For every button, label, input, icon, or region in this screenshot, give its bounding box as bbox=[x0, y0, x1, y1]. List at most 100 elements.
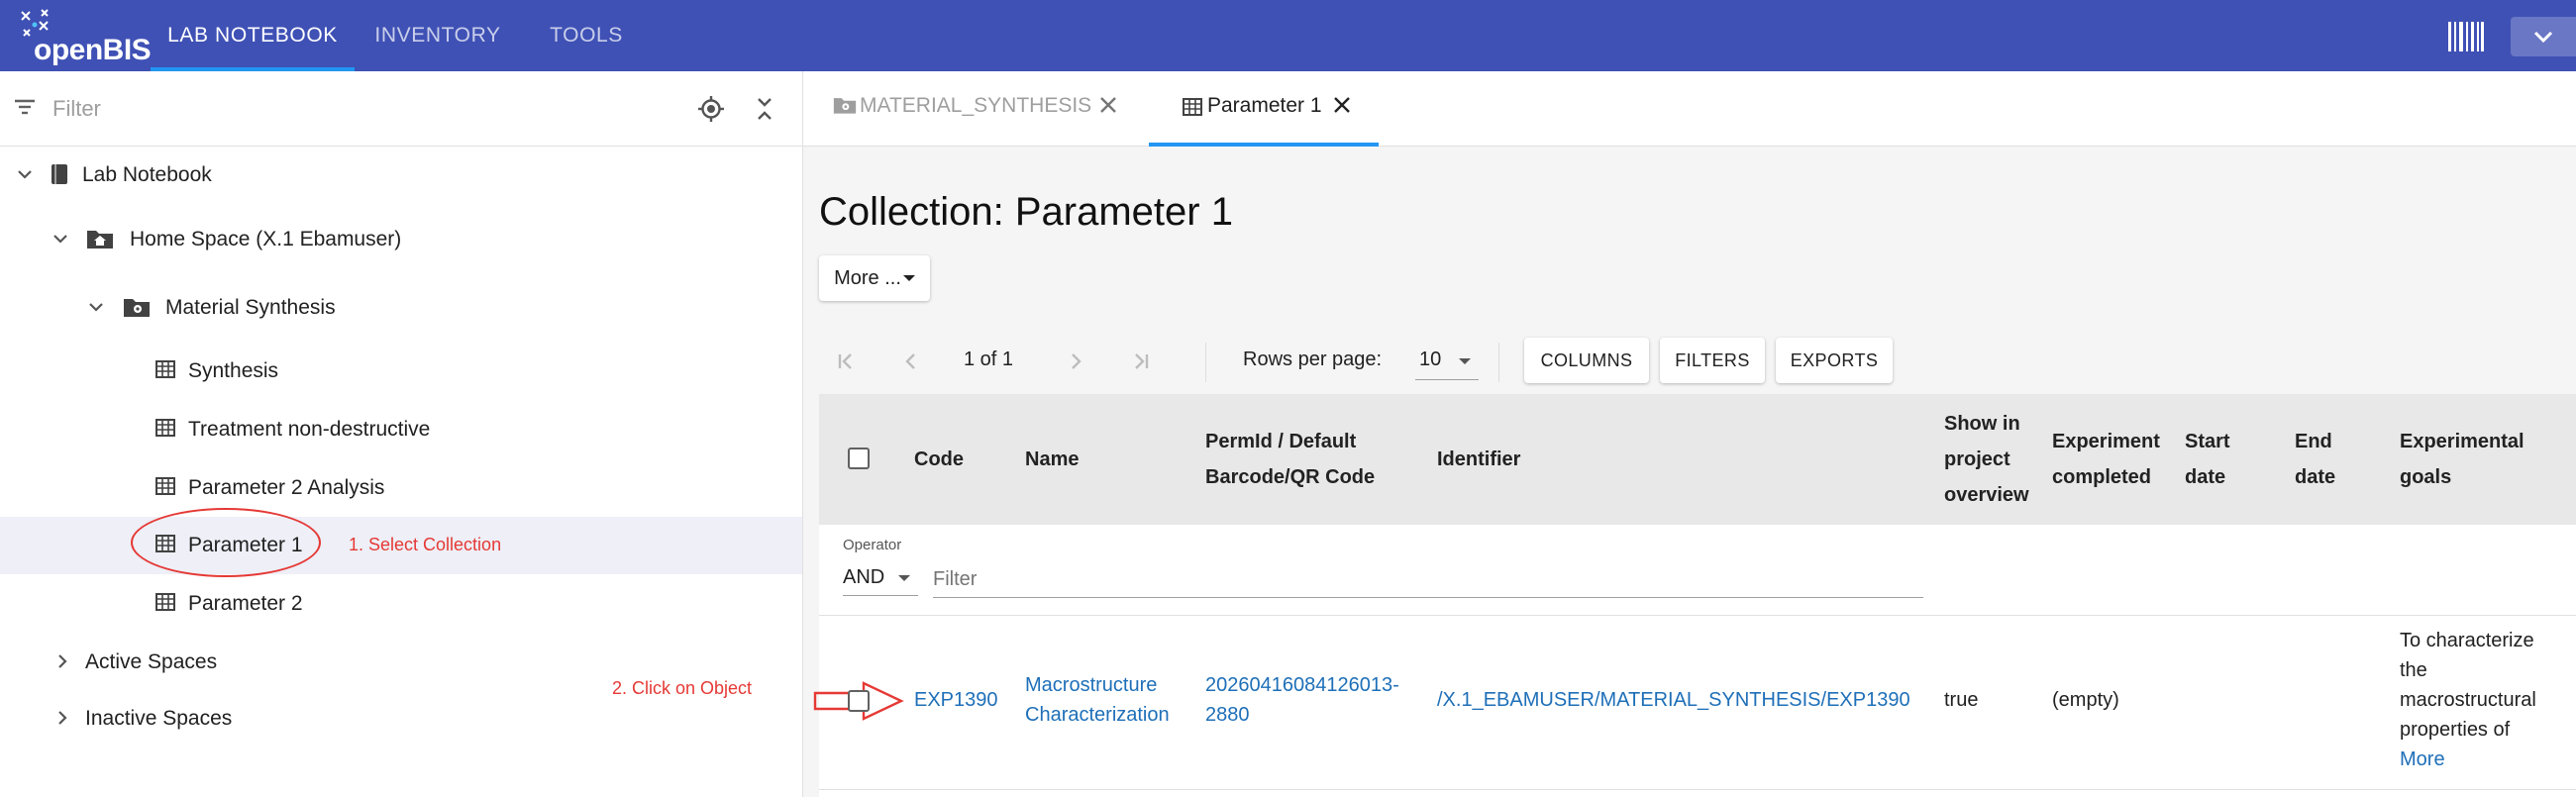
tab-label: Parameter 1 bbox=[1207, 94, 1322, 117]
grid-filter-row: Operator AND bbox=[819, 525, 2576, 616]
tree-item-label: Treatment non-destructive bbox=[188, 418, 431, 441]
tree-item-label: Lab Notebook bbox=[82, 163, 212, 186]
collection-table-icon bbox=[155, 360, 175, 378]
column-header-line: date bbox=[2295, 466, 2336, 488]
table-row[interactable]: EXP1390 Macrostructure Characterization … bbox=[813, 616, 2576, 790]
cell-line: To characterize bbox=[2400, 630, 2534, 651]
cell-line: macrostructural bbox=[2400, 689, 2536, 711]
barcode-icon[interactable] bbox=[2448, 22, 2484, 51]
column-header-experimental-goals[interactable]: Experimental goals bbox=[2400, 424, 2524, 495]
cell-permid[interactable]: 20260416084126013- 2880 bbox=[1205, 670, 1399, 730]
tree-item-label: Inactive Spaces bbox=[85, 707, 233, 730]
grid-header: Code Name PermId / Default Barcode/QR Co… bbox=[819, 394, 2576, 525]
chevron-down-icon[interactable] bbox=[87, 298, 105, 316]
project-folder-icon bbox=[833, 98, 857, 114]
tree-item-label: Parameter 2 bbox=[188, 592, 303, 615]
column-header-line: Experimental bbox=[2400, 431, 2524, 452]
cell-code[interactable]: EXP1390 bbox=[914, 685, 998, 715]
first-page-icon[interactable] bbox=[835, 350, 857, 372]
operator-label: Operator bbox=[843, 537, 902, 553]
cell-line: properties of bbox=[2400, 719, 2511, 741]
tree-item-synthesis[interactable]: Synthesis bbox=[0, 343, 802, 400]
column-header-start-date[interactable]: Start date bbox=[2185, 424, 2230, 495]
annotation-select-collection: 1. Select Collection bbox=[349, 535, 502, 554]
collection-table-icon bbox=[155, 593, 175, 611]
operator-select[interactable]: AND bbox=[843, 562, 918, 596]
columns-button[interactable]: COLUMNS bbox=[1524, 338, 1649, 383]
exports-button[interactable]: EXPORTS bbox=[1776, 338, 1893, 383]
notebook-icon bbox=[52, 164, 67, 184]
filters-button[interactable]: FILTERS bbox=[1660, 338, 1765, 383]
more-button-label: More ... bbox=[834, 266, 901, 289]
tree-filter-input[interactable] bbox=[52, 89, 647, 129]
tree-item-lab-notebook[interactable]: Lab Notebook bbox=[0, 147, 802, 204]
previous-page-icon[interactable] bbox=[900, 350, 922, 372]
tree-filter-bar bbox=[0, 71, 802, 147]
divider bbox=[1205, 343, 1206, 382]
column-header-experiment-completed[interactable]: Experiment completed bbox=[2052, 424, 2160, 495]
chevron-down-icon[interactable] bbox=[16, 165, 34, 183]
column-header-code[interactable]: Code bbox=[914, 442, 964, 477]
nav-tab-tools[interactable]: TOOLS bbox=[535, 0, 638, 71]
column-header-line: Experiment bbox=[2052, 431, 2160, 452]
column-header-line: date bbox=[2185, 466, 2226, 488]
chevron-right-icon[interactable] bbox=[53, 652, 71, 670]
tree-item-label: Home Space (X.1 Ebamuser) bbox=[130, 228, 402, 250]
cell-line: the bbox=[2400, 659, 2427, 681]
rows-per-page-label: Rows per page: bbox=[1243, 349, 1383, 370]
chevron-down-icon[interactable] bbox=[52, 230, 69, 248]
column-header-line: project bbox=[1944, 448, 2010, 470]
nav-tab-inventory[interactable]: INVENTORY bbox=[361, 0, 515, 71]
tree-item-parameter-2[interactable]: Parameter 2 bbox=[0, 575, 802, 633]
annotation-click-object: 2. Click on Object bbox=[612, 678, 753, 698]
tree-item-treatment-non-destructive[interactable]: Treatment non-destructive bbox=[0, 401, 802, 458]
select-all-checkbox[interactable] bbox=[848, 448, 870, 469]
close-icon[interactable] bbox=[1098, 95, 1118, 115]
grid-global-filter-input[interactable] bbox=[933, 562, 1923, 598]
rows-per-page-select[interactable]: 10 bbox=[1415, 343, 1479, 380]
cell-identifier[interactable]: /X.1_EBAMUSER/MATERIAL_SYNTHESIS/EXP1390 bbox=[1437, 685, 1910, 715]
tab-parameter-1[interactable]: Parameter 1 bbox=[1149, 71, 1379, 147]
page-info: 1 of 1 bbox=[964, 349, 1014, 370]
column-header-show-in-overview[interactable]: Show in project overview bbox=[1944, 406, 2029, 513]
close-icon[interactable] bbox=[1332, 95, 1352, 115]
tab-label: MATERIAL_SYNTHESIS bbox=[860, 94, 1092, 117]
experiments-grid: Code Name PermId / Default Barcode/QR Co… bbox=[813, 394, 2576, 797]
project-folder-icon bbox=[124, 299, 150, 317]
next-page-icon[interactable] bbox=[1065, 350, 1086, 372]
column-header-line: Barcode/QR Code bbox=[1205, 466, 1376, 488]
user-menu-button[interactable] bbox=[2511, 17, 2576, 56]
tree-item-home-space[interactable]: Home Space (X.1 Ebamuser) bbox=[0, 211, 802, 268]
chevron-right-icon[interactable] bbox=[53, 709, 71, 727]
tab-material-synthesis[interactable]: MATERIAL_SYNTHESIS bbox=[803, 71, 1140, 147]
tree-item-parameter-2-analysis[interactable]: Parameter 2 Analysis bbox=[0, 459, 802, 517]
row-select-checkbox[interactable] bbox=[848, 690, 870, 712]
column-header-identifier[interactable]: Identifier bbox=[1437, 442, 1520, 477]
operator-value: AND bbox=[843, 566, 885, 588]
openbis-logo[interactable]: openBIS bbox=[18, 8, 152, 66]
column-header-permid[interactable]: PermId / Default Barcode/QR Code bbox=[1205, 424, 1375, 495]
caret-down-icon bbox=[902, 275, 915, 282]
more-button[interactable]: More ... bbox=[819, 255, 930, 301]
collapse-all-icon[interactable] bbox=[754, 96, 775, 122]
tree-item-material-synthesis[interactable]: Material Synthesis bbox=[0, 279, 802, 337]
collection-view: Collection: Parameter 1 More ... 1 of 1 … bbox=[803, 147, 2576, 797]
column-header-line: Show in bbox=[1944, 413, 2020, 435]
column-header-end-date[interactable]: End date bbox=[2295, 424, 2335, 495]
column-header-line: overview bbox=[1944, 484, 2029, 506]
more-link[interactable]: More bbox=[2400, 745, 2536, 774]
caret-down-icon bbox=[1459, 358, 1471, 364]
cell-experimental-goals: To characterize the macrostructural prop… bbox=[2400, 626, 2536, 774]
grid-pagination: 1 of 1 Rows per page: 10 COLUMNS FILTERS… bbox=[819, 333, 2576, 392]
cell-show-in-overview: true bbox=[1944, 689, 1979, 711]
locate-icon[interactable] bbox=[697, 95, 725, 123]
column-header-line: PermId / Default bbox=[1205, 431, 1357, 452]
divider bbox=[1498, 343, 1499, 382]
cell-line: 20260416084126013- bbox=[1205, 674, 1399, 696]
tree-item-parameter-1[interactable]: Parameter 1 1. Select Collection bbox=[0, 517, 802, 574]
nav-tab-lab-notebook[interactable]: LAB NOTEBOOK bbox=[151, 0, 355, 71]
cell-name[interactable]: Macrostructure Characterization bbox=[1025, 670, 1170, 730]
last-page-icon[interactable] bbox=[1130, 350, 1152, 372]
cell-experiment-completed: (empty) bbox=[2052, 689, 2119, 711]
column-header-name[interactable]: Name bbox=[1025, 442, 1079, 477]
